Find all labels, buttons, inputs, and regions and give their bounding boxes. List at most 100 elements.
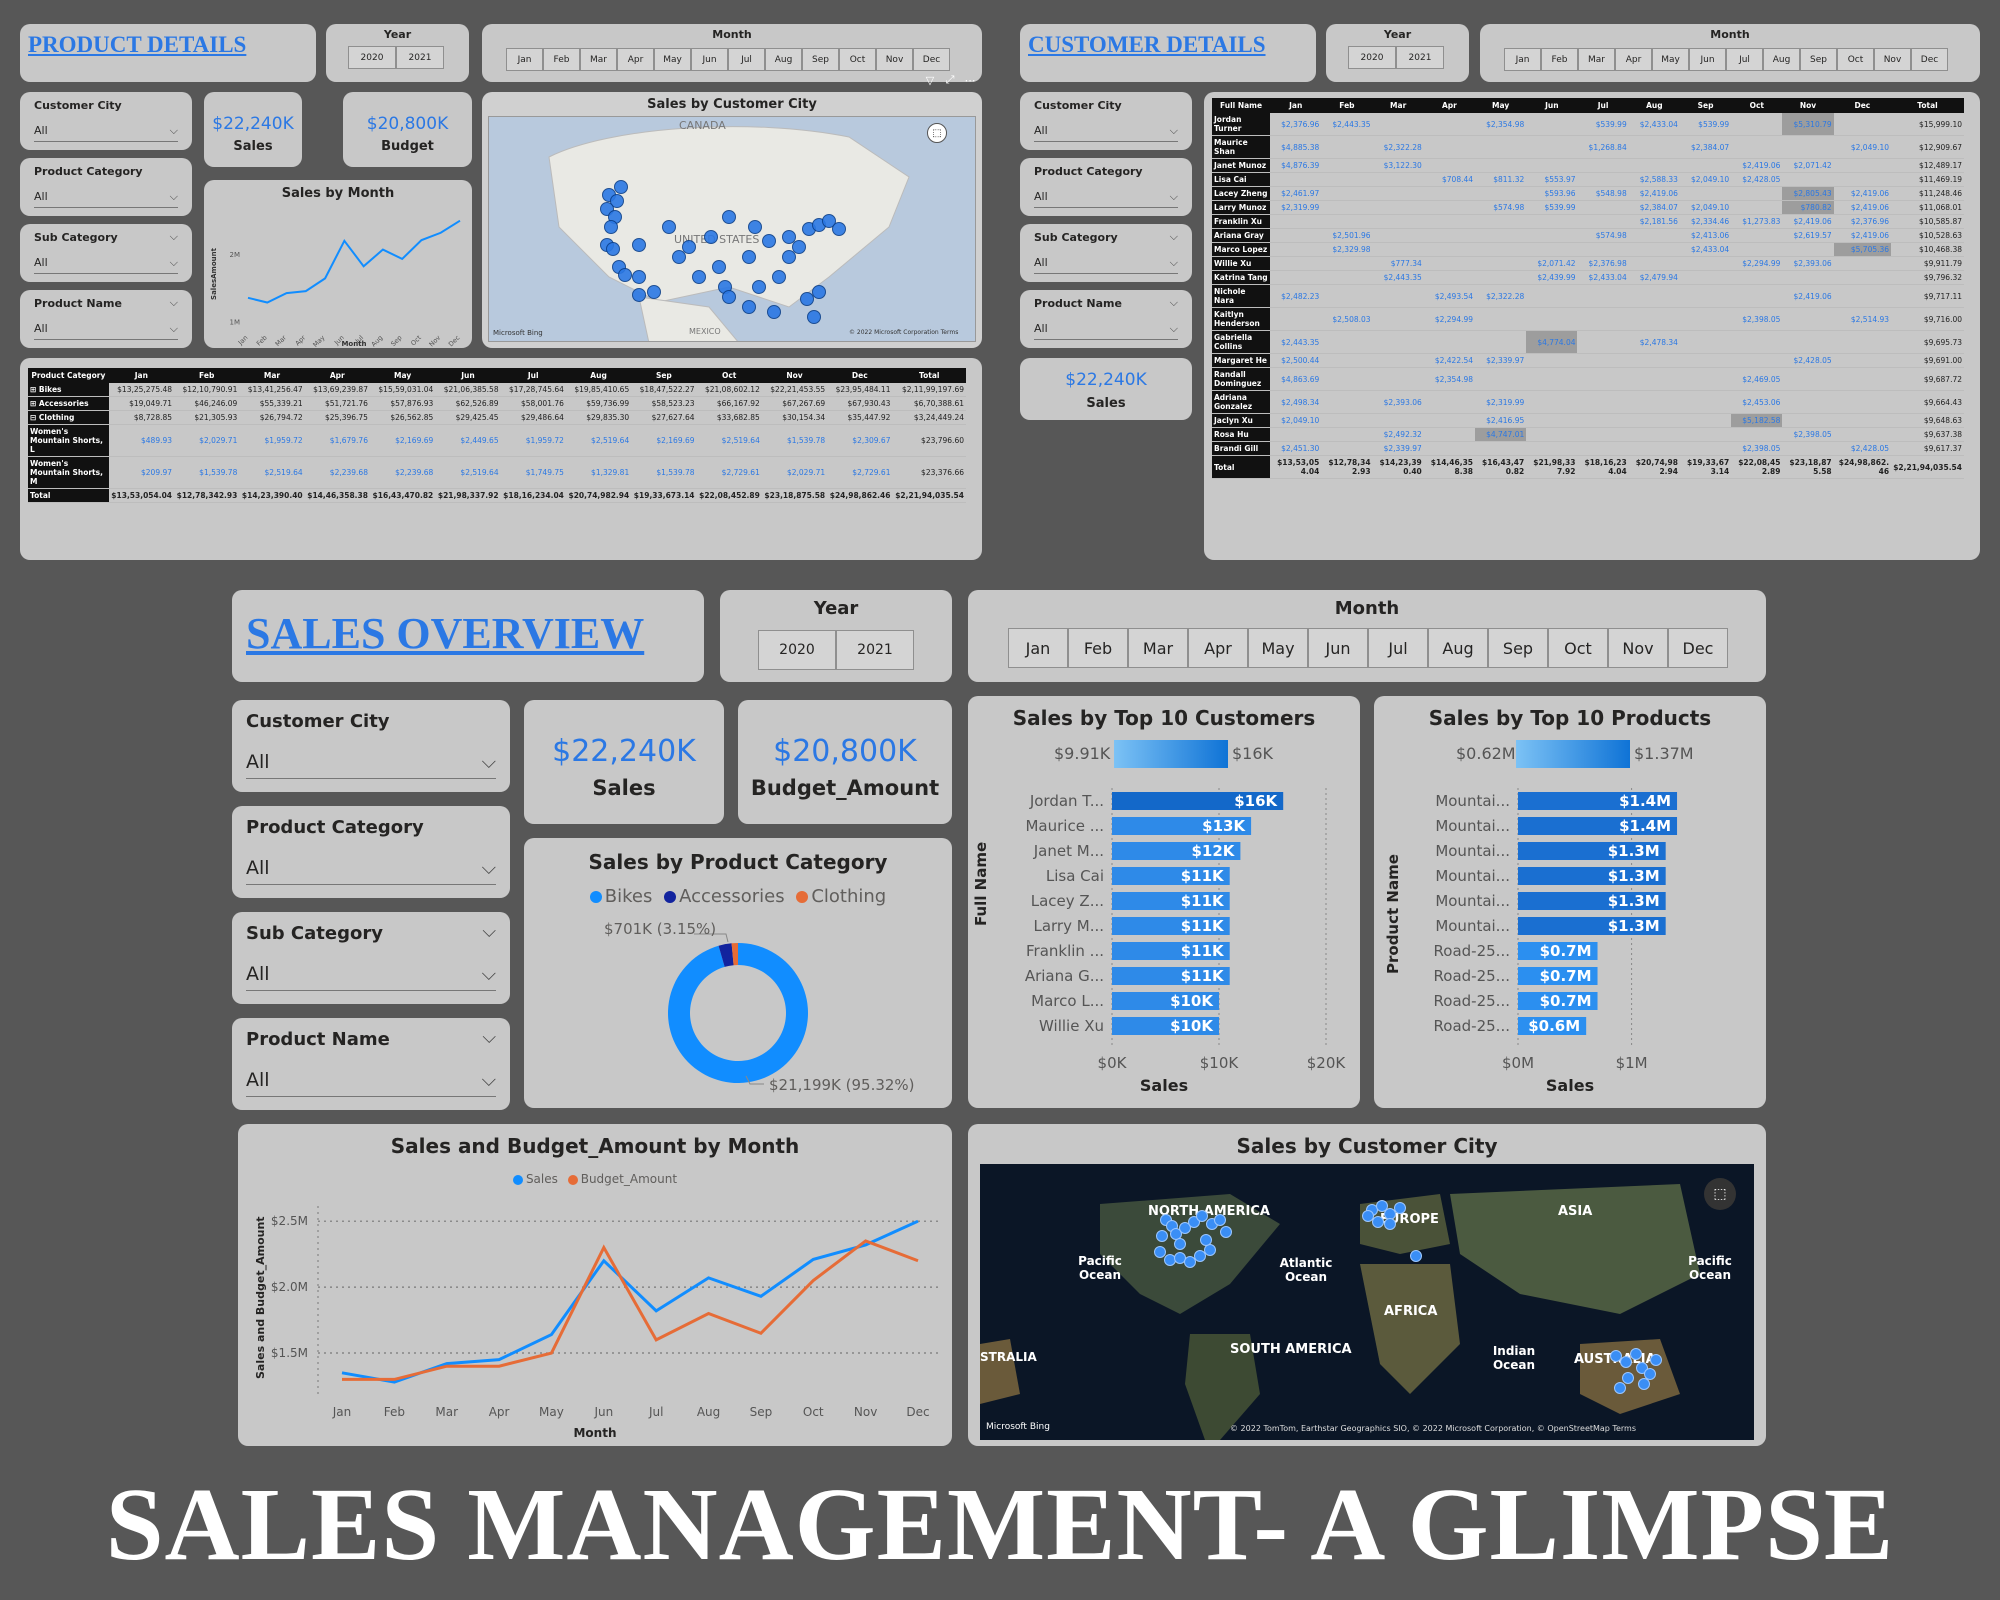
more-options-icon[interactable]: ⋯ — [962, 72, 978, 88]
slicer-dropdown[interactable]: All ⌵ — [1034, 121, 1178, 142]
slicer-dropdown[interactable]: All ⌵ — [246, 852, 496, 886]
slicer-dropdown[interactable]: All ⌵ — [1034, 319, 1178, 340]
month-oct-pill[interactable]: Oct — [1548, 628, 1608, 668]
chevron-down-icon[interactable]: ⌵ — [1170, 296, 1178, 310]
city-bubble[interactable] — [1630, 1348, 1642, 1360]
month-feb-pill[interactable]: Feb — [543, 48, 580, 71]
column-header[interactable]: Jan — [108, 368, 175, 383]
column-header[interactable]: May — [369, 368, 436, 383]
column-header[interactable]: Dec — [827, 368, 893, 383]
month-jul-pill[interactable]: Jul — [728, 48, 765, 71]
column-header[interactable]: Mar — [1372, 98, 1424, 113]
column-header[interactable]: Aug — [1628, 98, 1680, 113]
city-bubble[interactable] — [614, 180, 628, 194]
month-apr-pill[interactable]: Apr — [1615, 48, 1652, 71]
city-bubble[interactable] — [782, 250, 796, 264]
city-bubble[interactable] — [662, 220, 676, 234]
city-bubble[interactable] — [704, 230, 718, 244]
row-header[interactable]: Katrina Tang — [1212, 270, 1271, 285]
row-header[interactable]: ⊞ Accessories — [28, 396, 109, 411]
month-oct-pill[interactable]: Oct — [1837, 48, 1874, 71]
chevron-down-icon[interactable]: ⌵ — [482, 1027, 496, 1048]
month-jan-pill[interactable]: Jan — [1008, 628, 1068, 668]
chevron-down-icon[interactable]: ⌵ — [170, 230, 178, 244]
row-header[interactable]: Adriana Gonzalez — [1212, 390, 1271, 414]
month-may-pill[interactable]: May — [1652, 48, 1689, 71]
city-bubble[interactable] — [1394, 1202, 1406, 1214]
column-header[interactable]: Aug — [565, 368, 632, 383]
month-nov-pill[interactable]: Nov — [1874, 48, 1911, 71]
city-bubble[interactable] — [742, 300, 756, 314]
column-header[interactable]: Sep — [631, 368, 697, 383]
column-header[interactable]: Sep — [1679, 98, 1732, 113]
row-header[interactable]: Margaret He — [1212, 353, 1271, 368]
month-feb-pill[interactable]: Feb — [1068, 628, 1128, 668]
map-select-icon[interactable]: ⬚ — [927, 123, 947, 143]
year-2020-pill[interactable]: 2020 — [758, 630, 836, 670]
month-feb-pill[interactable]: Feb — [1541, 48, 1578, 71]
column-header[interactable]: Jul — [1577, 98, 1629, 113]
month-oct-pill[interactable]: Oct — [839, 48, 876, 71]
row-header[interactable]: Randall Dominguez — [1212, 367, 1271, 391]
city-bubble[interactable] — [1156, 1230, 1168, 1242]
row-header[interactable]: Lacey Zheng — [1212, 186, 1271, 201]
city-bubble[interactable] — [1644, 1368, 1656, 1380]
row-header[interactable]: Gabriella Collins — [1212, 330, 1271, 354]
slicer-dropdown[interactable]: All ⌵ — [1034, 187, 1178, 208]
page-title[interactable]: CUSTOMER DETAILS — [1028, 32, 1266, 58]
month-aug-pill[interactable]: Aug — [765, 48, 802, 71]
month-jul-pill[interactable]: Jul — [1726, 48, 1763, 71]
slicer-dropdown[interactable]: All ⌵ — [246, 958, 496, 992]
city-bubble[interactable] — [752, 280, 766, 294]
month-mar-pill[interactable]: Mar — [580, 48, 617, 71]
column-header[interactable]: Apr — [304, 368, 370, 383]
city-bubble[interactable] — [812, 285, 826, 299]
column-header[interactable]: Product Category — [28, 368, 109, 383]
month-sep-pill[interactable]: Sep — [1488, 628, 1548, 668]
city-bubble[interactable] — [762, 234, 776, 248]
city-bubble[interactable] — [1200, 1234, 1212, 1246]
city-bubble[interactable] — [682, 240, 696, 254]
month-may-pill[interactable]: May — [1248, 628, 1308, 668]
city-bubble[interactable] — [772, 270, 786, 284]
city-bubble[interactable] — [1650, 1354, 1662, 1366]
column-header[interactable]: May — [1475, 98, 1527, 113]
month-nov-pill[interactable]: Nov — [1608, 628, 1668, 668]
city-bubble[interactable] — [1622, 1372, 1634, 1384]
month-jun-pill[interactable]: Jun — [691, 48, 728, 71]
city-bubble[interactable] — [606, 242, 620, 256]
month-dec-pill[interactable]: Dec — [913, 48, 950, 71]
slicer-dropdown[interactable]: All ⌵ — [34, 121, 178, 142]
us-map[interactable]: CANADA UNITED STATES MEXICO Microsoft Bi… — [488, 116, 976, 342]
row-header[interactable]: Lisa Cai — [1212, 172, 1271, 187]
city-bubble[interactable] — [722, 210, 736, 224]
row-header[interactable]: Women's Mountain Shorts, L — [28, 424, 109, 457]
city-bubble[interactable] — [767, 305, 781, 319]
city-bubble[interactable] — [604, 220, 618, 234]
month-aug-pill[interactable]: Aug — [1428, 628, 1488, 668]
year-2020-pill[interactable]: 2020 — [1348, 46, 1396, 69]
month-aug-pill[interactable]: Aug — [1763, 48, 1800, 71]
chevron-down-icon[interactable]: ⌵ — [1170, 230, 1178, 244]
slicer-dropdown[interactable]: All ⌵ — [1034, 253, 1178, 274]
row-header[interactable]: Kaitlyn Henderson — [1212, 307, 1271, 331]
year-2021-pill[interactable]: 2021 — [396, 46, 444, 69]
page-title[interactable]: SALES OVERVIEW — [246, 608, 644, 659]
chevron-down-icon[interactable]: ⌵ — [170, 296, 178, 310]
chevron-down-icon[interactable]: ⌵ — [482, 921, 496, 942]
column-header[interactable]: Dec — [1833, 98, 1892, 113]
month-mar-pill[interactable]: Mar — [1128, 628, 1188, 668]
column-header[interactable]: Mar — [239, 368, 305, 383]
month-jun-pill[interactable]: Jun — [1689, 48, 1726, 71]
row-header[interactable]: Willie Xu — [1212, 256, 1271, 271]
world-map[interactable]: NORTH AMERICA EUROPE ASIA AFRICA SOUTH AMERI… — [980, 1164, 1754, 1440]
month-sep-pill[interactable]: Sep — [1800, 48, 1837, 71]
month-dec-pill[interactable]: Dec — [1911, 48, 1948, 71]
city-bubble[interactable] — [722, 290, 736, 304]
month-jan-pill[interactable]: Jan — [506, 48, 543, 71]
city-bubble[interactable] — [1410, 1250, 1422, 1262]
slicer-dropdown[interactable]: All ⌵ — [246, 746, 496, 780]
row-header[interactable]: Brandi Gill — [1212, 441, 1271, 456]
city-bubble[interactable] — [807, 310, 821, 324]
city-bubble[interactable] — [647, 285, 661, 299]
